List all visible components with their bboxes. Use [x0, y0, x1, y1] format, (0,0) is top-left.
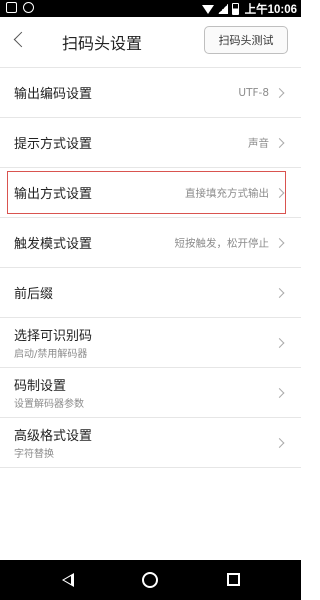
setting-label: 前后缀 — [14, 287, 54, 302]
back-triangle-icon[interactable] — [62, 573, 74, 587]
chevron-right-icon — [274, 137, 285, 148]
chevron-right-icon — [274, 437, 285, 448]
setting-prefix-suffix[interactable]: 前后缀 — [0, 267, 301, 317]
setting-subtitle: 字符替换 — [14, 449, 54, 460]
setting-label: 输出方式设置 — [14, 187, 93, 202]
wifi-icon — [201, 4, 214, 14]
setting-output-mode[interactable]: 输出方式设置 直接填充方式输出 — [0, 167, 301, 217]
chevron-left-icon[interactable] — [13, 31, 30, 48]
setting-subtitle: 启动/禁用解码器 — [14, 349, 88, 360]
chevron-right-icon — [274, 287, 285, 298]
home-circle-icon[interactable] — [142, 572, 158, 588]
app-header: 扫码头设置 扫码头测试 — [0, 17, 301, 67]
list-divider — [0, 467, 301, 468]
setting-prompt-mode[interactable]: 提示方式设置 声音 — [0, 117, 301, 167]
chevron-right-icon — [274, 387, 285, 398]
status-time: 上午10:06 — [244, 4, 297, 16]
setting-label: 码制设置 — [14, 379, 67, 394]
scanner-test-button[interactable]: 扫码头测试 — [204, 26, 288, 54]
chevron-right-icon — [274, 87, 285, 98]
recents-square-icon[interactable] — [227, 573, 240, 586]
system-nav-bar — [0, 560, 301, 600]
setting-trigger-mode[interactable]: 触发模式设置 短按触发，松开停止 — [0, 217, 301, 267]
chevron-right-icon — [274, 187, 285, 198]
signal-icon — [217, 4, 228, 14]
status-bar: 上午10:06 — [0, 0, 301, 17]
chevron-right-icon — [274, 337, 285, 348]
setting-value: 声音 — [248, 137, 269, 149]
setting-value: UTF-8 — [238, 86, 269, 99]
sync-icon — [23, 2, 34, 13]
setting-label: 选择可识别码 — [14, 329, 93, 344]
page-title: 扫码头设置 — [62, 34, 143, 53]
setting-label: 输出编码设置 — [14, 87, 93, 102]
settings-list: 输出编码设置 UTF-8 提示方式设置 声音 输出方式设置 直接填充方式输出 触… — [0, 67, 301, 468]
battery-icon — [231, 3, 239, 15]
setting-value: 直接填充方式输出 — [185, 187, 269, 199]
status-left-icons — [6, 2, 34, 13]
setting-advanced-format[interactable]: 高级格式设置 字符替换 — [0, 417, 301, 467]
setting-subtitle: 设置解码器参数 — [14, 399, 84, 410]
setting-label: 高级格式设置 — [14, 429, 93, 444]
setting-label: 触发模式设置 — [14, 237, 93, 252]
chevron-right-icon — [274, 237, 285, 248]
setting-symbology-config[interactable]: 码制设置 设置解码器参数 — [0, 367, 301, 417]
notification-icon — [6, 2, 17, 13]
setting-output-encoding[interactable]: 输出编码设置 UTF-8 — [0, 67, 301, 117]
setting-symbology-select[interactable]: 选择可识别码 启动/禁用解码器 — [0, 317, 301, 367]
setting-value: 短按触发，松开停止 — [174, 237, 270, 249]
status-right-icons: 上午10:06 — [201, 1, 297, 17]
setting-label: 提示方式设置 — [14, 137, 93, 152]
